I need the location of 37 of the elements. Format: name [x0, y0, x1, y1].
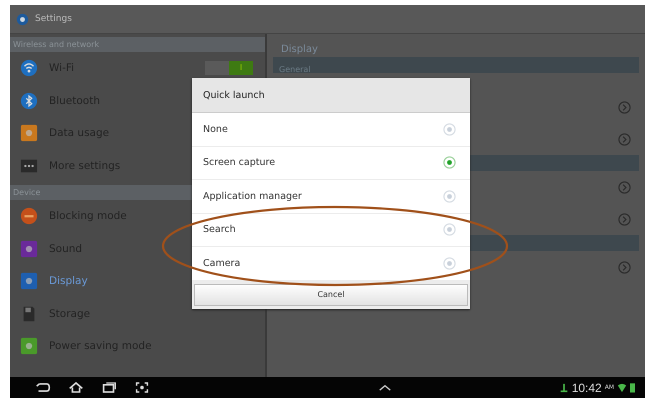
chevron-icon[interactable]	[618, 132, 631, 146]
option-row[interactable]: Screen capture	[192, 146, 470, 180]
radio-button[interactable]	[443, 156, 456, 170]
dialog-title: Quick launch	[192, 78, 470, 113]
caret-icon[interactable]	[378, 383, 392, 392]
option-row[interactable]: Application manager	[192, 180, 470, 214]
wifi-icon	[20, 59, 38, 78]
option-row[interactable]: None	[192, 113, 470, 146]
panel-title: Display	[281, 44, 319, 55]
usb-icon	[558, 382, 569, 392]
recent-apps-icon[interactable]	[100, 381, 118, 394]
option-row[interactable]: Search	[192, 214, 470, 247]
option-label: Search	[203, 224, 236, 236]
toggle-knob: I	[229, 61, 253, 76]
chevron-icon[interactable]	[618, 100, 631, 114]
more-icon	[20, 156, 38, 175]
cancel-button[interactable]: Cancel	[194, 284, 468, 306]
radio-button[interactable]	[443, 256, 456, 270]
radio-button[interactable]	[443, 190, 456, 203]
radio-button[interactable]	[443, 223, 456, 236]
chevron-icon[interactable]	[618, 212, 631, 226]
toggle-switch[interactable]: I	[205, 61, 253, 76]
home-icon[interactable]	[67, 381, 85, 394]
radio-button[interactable]	[443, 122, 456, 136]
window-title: Settings	[35, 14, 72, 24]
battery-icon	[630, 382, 635, 393]
clock-time: 10:42	[572, 380, 602, 394]
wifi-signal-icon	[617, 382, 627, 392]
option-label: None	[203, 124, 228, 135]
option-label: Screen capture	[203, 157, 276, 168]
chevron-icon[interactable]	[618, 260, 631, 274]
option-label: Camera	[203, 258, 240, 269]
screenshot-icon[interactable]	[133, 381, 151, 394]
bluetooth-icon	[20, 92, 38, 110]
back-icon[interactable]	[34, 381, 52, 394]
settings-icon	[16, 12, 29, 26]
chevron-icon[interactable]	[618, 180, 631, 194]
